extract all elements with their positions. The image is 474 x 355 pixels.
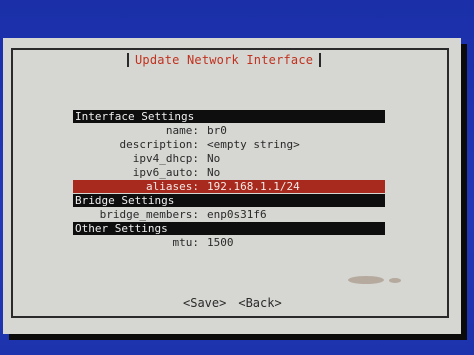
field-row-ipv6-auto[interactable]: ipv6_auto: No [73, 166, 385, 179]
field-row-mtu[interactable]: mtu: 1500 [73, 236, 385, 249]
field-value-bridge-members[interactable]: enp0s31f6 [207, 208, 385, 221]
save-button[interactable]: <Save> [183, 296, 226, 310]
tui-screen: Update Network Interface Interface Setti… [0, 0, 474, 355]
field-value-aliases[interactable]: 192.168.1.1/24 [207, 180, 385, 193]
field-value-mtu[interactable]: 1500 [207, 236, 385, 249]
title-bar-left [127, 53, 129, 67]
section-header-other-settings: Other Settings [73, 222, 385, 235]
section-header-interface-settings: Interface Settings [73, 110, 385, 123]
update-network-interface-dialog: Update Network Interface Interface Setti… [3, 38, 461, 334]
field-value-ipv6-auto[interactable]: No [207, 166, 385, 179]
field-row-ipv4-dhcp[interactable]: ipv4_dhcp: No [73, 152, 385, 165]
field-row-name[interactable]: name: br0 [73, 124, 385, 137]
field-value-description[interactable]: <empty string> [207, 138, 385, 151]
dialog-buttons: <Save> <Back> [183, 296, 282, 310]
settings-form: Interface Settings name: br0 description… [73, 110, 385, 250]
field-row-description[interactable]: description: <empty string> [73, 138, 385, 151]
title-bar-right [319, 53, 322, 67]
field-value-name[interactable]: br0 [207, 124, 385, 137]
section-header-bridge-settings: Bridge Settings [73, 194, 385, 207]
field-row-bridge-members[interactable]: bridge_members: enp0s31f6 [73, 208, 385, 221]
field-value-ipv4-dhcp[interactable]: No [207, 152, 385, 165]
field-label-ipv6-auto: ipv6_auto: [132, 166, 199, 179]
field-row-aliases[interactable]: aliases: 192.168.1.1/24 [73, 180, 385, 193]
field-label-mtu: mtu: [172, 236, 200, 249]
field-label-description: description: [119, 138, 199, 151]
back-button[interactable]: <Back> [238, 296, 281, 310]
field-label-name: name: [165, 124, 199, 137]
field-label-aliases: aliases: [146, 180, 199, 193]
dialog-title: Update Network Interface [135, 53, 314, 67]
screen-smudge [348, 276, 384, 284]
field-label-ipv4-dhcp: ipv4_dhcp: [132, 152, 199, 165]
dialog-title-wrap: Update Network Interface [121, 52, 328, 68]
screen-smudge [389, 278, 401, 283]
field-label-bridge-members: bridge_members: [99, 208, 199, 221]
